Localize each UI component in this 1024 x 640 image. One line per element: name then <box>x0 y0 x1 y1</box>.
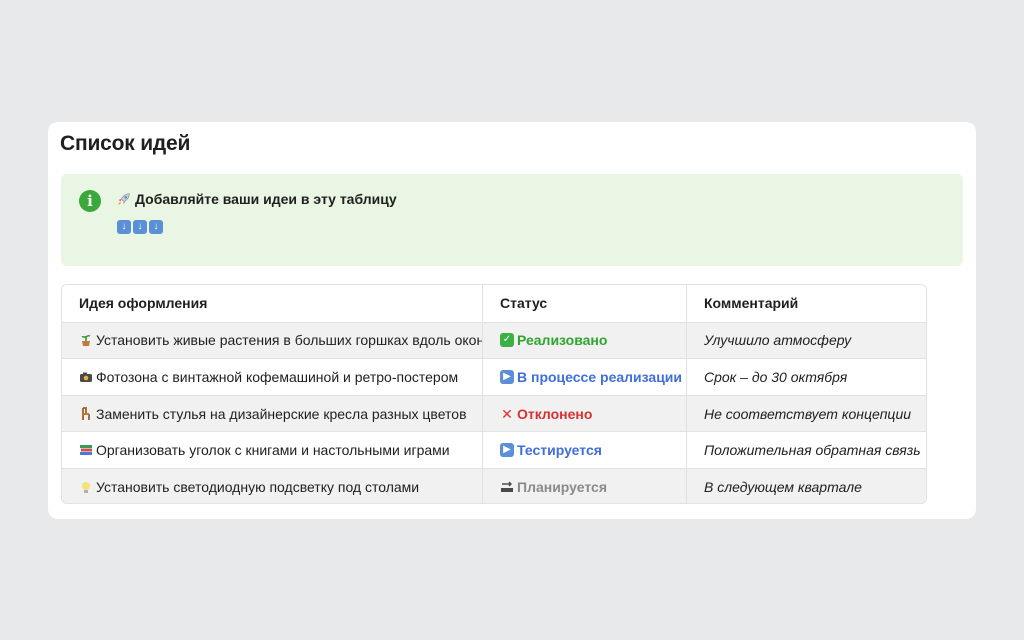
light-bulb-icon <box>82 481 90 493</box>
page-title: Список идей <box>60 132 191 155</box>
idea-text: Установить светодиодную подсветку под ст… <box>96 478 420 495</box>
play-icon: ▶ <box>500 369 514 384</box>
arrow-row: ↓ ↓ ↓ <box>117 220 163 234</box>
status-value: Планируется <box>500 479 607 495</box>
column-header-status: Статус <box>483 285 687 322</box>
books-icon <box>80 445 92 456</box>
table-row[interactable]: Установить светодиодную подсветку под ст… <box>62 467 926 503</box>
status-cell[interactable]: ✕ Отклонено <box>483 395 687 432</box>
idea-text: Организовать уголок с книгами и настольн… <box>96 442 450 459</box>
callout-title: Добавляйте ваши идеи в эту таблицу <box>117 191 397 207</box>
idea-text: Установить живые растения в больших горш… <box>96 332 483 349</box>
callout-text: Добавляйте ваши идеи в эту таблицу <box>135 191 397 207</box>
table-row[interactable]: Заменить стулья на дизайнерские кресла р… <box>62 394 926 432</box>
idea-cell[interactable]: Организовать уголок с книгами и настольн… <box>62 432 483 468</box>
arrow-down-icon: ↓ <box>133 220 147 234</box>
ideas-table: Идея оформления Статус Комментарий Устан… <box>61 284 927 504</box>
table-row[interactable]: Фотозона с винтажной кофемашиной и ретро… <box>62 358 926 395</box>
status-value: ▶ Тестируется <box>500 442 602 458</box>
status-label: В процессе реализации <box>517 368 683 385</box>
table-row[interactable]: Установить живые растения в больших горш… <box>62 321 926 359</box>
status-value: ✕ Отклонено <box>500 406 592 422</box>
cross-icon: ✕ <box>501 405 513 422</box>
status-cell[interactable]: ✓ Реализовано <box>483 322 687 359</box>
check-icon: ✓ <box>500 333 514 348</box>
status-value: ▶ В процессе реализации <box>500 369 682 385</box>
column-header-idea: Идея оформления <box>62 285 483 322</box>
status-value: ✓ Реализовано <box>500 332 607 348</box>
comment-cell[interactable]: Срок – до 30 октября <box>687 359 926 395</box>
comment-cell[interactable]: Положительная обратная связь <box>687 432 926 468</box>
arrow-down-icon: ↓ <box>149 220 163 234</box>
idea-cell[interactable]: Заменить стулья на дизайнерские кресла р… <box>62 395 483 432</box>
arrow-down-icon: ↓ <box>117 220 131 234</box>
rocket-icon <box>118 193 130 205</box>
table-row[interactable]: Организовать уголок с книгами и настольн… <box>62 431 926 468</box>
status-cell[interactable]: ▶ В процессе реализации <box>483 359 687 395</box>
idea-cell[interactable]: Установить светодиодную подсветку под ст… <box>62 468 483 503</box>
status-label: Реализовано <box>517 332 608 349</box>
idea-text: Фотозона с винтажной кофемашиной и ретро… <box>96 368 459 385</box>
info-icon: i <box>79 190 101 212</box>
chair-icon <box>82 406 90 420</box>
potted-plant-icon <box>81 335 91 347</box>
status-cell[interactable]: Планируется <box>483 468 687 503</box>
comment-cell[interactable]: В следующем квартале <box>687 469 926 503</box>
info-callout: i Добавляйте ваши идеи в эту таблицу ↓ ↓… <box>61 174 963 266</box>
column-header-comment: Комментарий <box>704 295 799 312</box>
status-label: Отклонено <box>517 405 593 422</box>
status-cell[interactable]: ▶ Тестируется <box>483 432 687 468</box>
soon-icon <box>501 481 513 492</box>
ideas-card: Список идей i Добавляйте ваши идеи в эту… <box>48 122 976 519</box>
status-label: Тестируется <box>517 442 602 459</box>
camera-icon <box>80 372 92 382</box>
comment-cell[interactable]: Не соответствует концепции <box>687 396 926 432</box>
idea-cell[interactable]: Фотозона с винтажной кофемашиной и ретро… <box>62 359 483 395</box>
idea-cell[interactable]: Установить живые растения в больших горш… <box>62 322 483 359</box>
play-icon: ▶ <box>500 443 514 458</box>
idea-text: Заменить стулья на дизайнерские кресла р… <box>96 405 467 422</box>
status-label: Планируется <box>517 478 608 495</box>
table-header-row: Идея оформления Статус Комментарий <box>62 285 926 322</box>
comment-cell[interactable]: Улучшило атмосферу <box>687 323 926 359</box>
